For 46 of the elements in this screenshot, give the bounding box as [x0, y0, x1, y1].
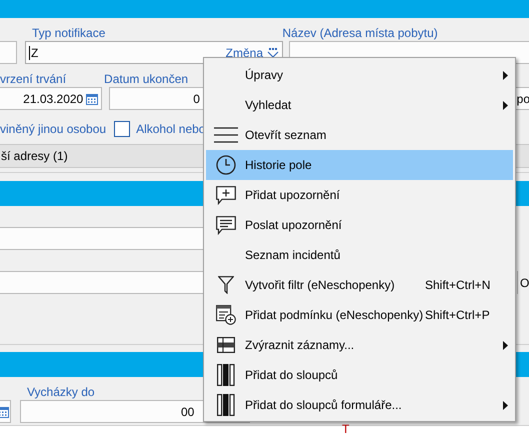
input-field[interactable]: Z Změna — [25, 41, 283, 64]
menu-item[interactable]: Otevřít seznam — [206, 120, 513, 150]
menu-item[interactable]: Vytvořit filtr (eNeschopenky) Shift+Ctrl+N — [206, 270, 513, 300]
date-field[interactable] — [0, 400, 11, 423]
field-value: Z — [29, 46, 38, 60]
comment-add-icon — [216, 186, 236, 204]
section-title: ší adresy (1) — [0, 149, 68, 163]
change-link[interactable]: Změna — [226, 46, 263, 60]
columns-icon — [216, 394, 234, 416]
filter-icon — [218, 276, 234, 294]
calendar-icon[interactable] — [86, 92, 98, 104]
columns-icon — [216, 364, 234, 386]
submenu-arrow-icon — [503, 401, 508, 410]
menu-item[interactable]: Zvýraznit záznamy... — [206, 330, 513, 360]
submenu-arrow-icon — [503, 101, 508, 110]
field-label: vrzení trvání — [0, 72, 66, 86]
submenu-arrow-icon — [503, 341, 508, 350]
clock-icon — [216, 155, 236, 175]
field-value: 0 — [193, 92, 200, 106]
calendar-icon[interactable] — [0, 406, 9, 418]
date-field[interactable]: 21.03.2020 — [0, 87, 102, 110]
input-field[interactable] — [0, 41, 17, 64]
shortcut-text: Shift+Ctrl+N — [425, 278, 490, 292]
field-label: Typ notifikace — [32, 26, 106, 41]
checkbox-label: viněný jinou osobou — [0, 122, 106, 136]
shortcut-text: Shift+Ctrl+P — [425, 308, 490, 322]
comment-icon — [216, 216, 236, 234]
menu-item[interactable]: Historie pole — [206, 150, 513, 180]
menu-item[interactable]: Seznam incidentů — [206, 240, 513, 270]
submenu-arrow-icon — [503, 71, 508, 80]
field-label: Datum ukončen — [104, 72, 188, 86]
checkbox[interactable] — [114, 121, 130, 137]
field-label: Vycházky do — [27, 385, 95, 399]
menu-item[interactable]: Přidat upozornění — [206, 180, 513, 210]
field-value: 00 — [181, 404, 194, 418]
field-value: 21.03.2020 — [23, 92, 84, 106]
menu-item[interactable]: Poslat upozornění — [206, 210, 513, 240]
menu-item[interactable]: Přidat do sloupců — [206, 360, 513, 390]
menu-item[interactable]: Přidat podmínku (eNeschopenky)Shift+Ctrl+P — [206, 300, 513, 330]
table-rows-icon — [216, 337, 234, 353]
list-icon — [214, 126, 238, 144]
field-label: Název (Adresa místa pobytu) — [282, 26, 438, 41]
cell-text: T — [342, 423, 350, 436]
form-add-icon — [216, 305, 236, 325]
dropdown-icon[interactable] — [267, 48, 279, 58]
cell-text: O — [520, 276, 529, 290]
